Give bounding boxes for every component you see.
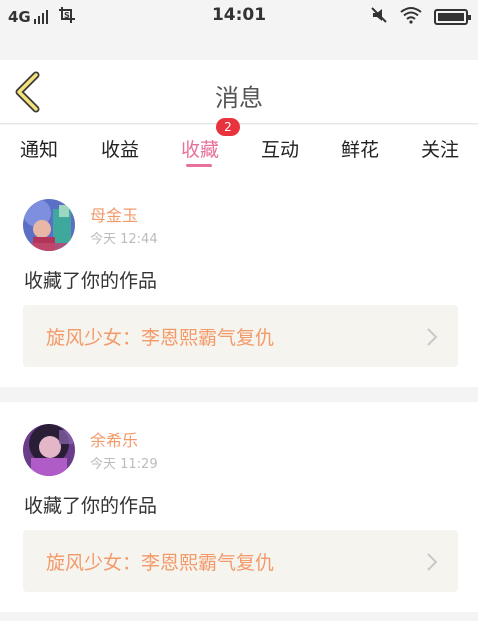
status-right (370, 6, 471, 28)
avatar[interactable] (23, 199, 75, 251)
message-text: 收藏了你的作品 (24, 495, 158, 517)
tab-bar: 通知 收益 收藏 互动 鲜花 关注 (0, 125, 478, 177)
timestamp: 今天 12:44 (90, 232, 158, 247)
message-card: 余希乐 今天 11:29 收藏了你的作品 旋风少女：李恩熙霸气复仇 (0, 402, 478, 612)
work-title: 旋风少女：李恩熙霸气复仇 (46, 552, 275, 574)
battery-icon (434, 9, 471, 25)
page-title: 消息 (215, 84, 263, 112)
work-link[interactable]: 旋风少女：李恩熙霸气复仇 (23, 305, 458, 367)
tab-badge-count: 2 (216, 118, 240, 136)
message-card: 母金玉 今天 12:44 收藏了你的作品 旋风少女：李恩熙霸气复仇 (0, 177, 478, 387)
work-link[interactable]: 旋风少女：李恩熙霸气复仇 (23, 530, 458, 592)
avatar[interactable] (23, 424, 75, 476)
tab-interact[interactable]: 互动 (250, 135, 310, 162)
status-bar: 4G S 14:01 (0, 0, 478, 30)
tab-notify[interactable]: 通知 (9, 135, 69, 162)
work-title: 旋风少女：李恩熙霸气复仇 (46, 327, 275, 349)
mute-icon (370, 6, 388, 28)
active-tab-indicator (186, 164, 212, 167)
chevron-right-icon (427, 328, 438, 346)
user-name[interactable]: 母金玉 (90, 202, 138, 226)
page-header: 消息 (0, 60, 478, 124)
chevron-right-icon (427, 553, 438, 571)
tab-favorites[interactable]: 收藏 (170, 135, 230, 162)
tab-earnings[interactable]: 收益 (90, 135, 150, 162)
tab-flowers[interactable]: 鲜花 (330, 135, 390, 162)
wifi-icon (400, 6, 422, 28)
message-text: 收藏了你的作品 (24, 270, 158, 292)
user-name[interactable]: 余希乐 (90, 427, 138, 451)
timestamp: 今天 11:29 (90, 457, 158, 472)
tab-follow[interactable]: 关注 (410, 135, 470, 162)
